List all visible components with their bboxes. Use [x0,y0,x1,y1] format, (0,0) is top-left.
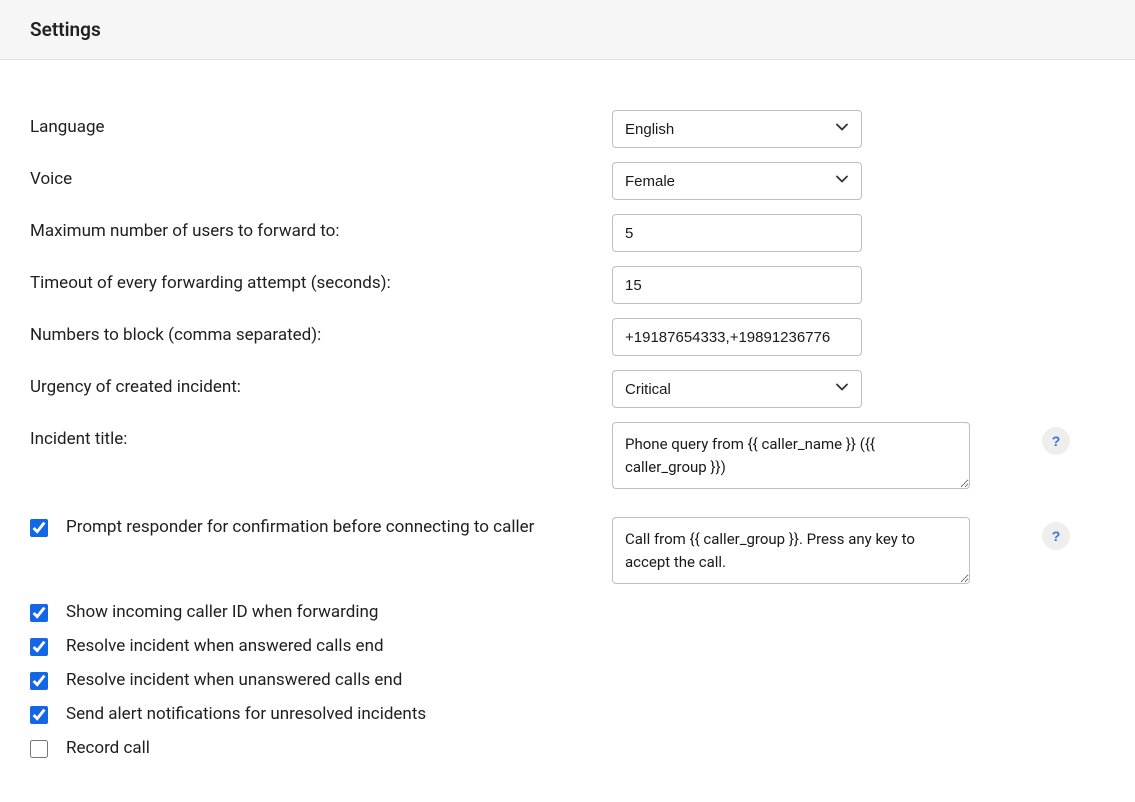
label-blocked-numbers: Numbers to block (comma separated): [30,318,612,345]
settings-header: Settings [0,0,1135,60]
prompt-responder-checkbox[interactable] [30,519,48,537]
row-timeout: Timeout of every forwarding attempt (sec… [30,266,1105,304]
page-title: Settings [30,18,1105,41]
row-urgency: Urgency of created incident: Critical [30,370,1105,408]
row-max-users: Maximum number of users to forward to: [30,214,1105,252]
urgency-select[interactable]: Critical [612,370,862,408]
prompt-responder-textarea[interactable] [612,517,970,584]
blocked-numbers-input[interactable] [612,318,862,356]
label-record-call: Record call [66,738,150,758]
resolve-unanswered-checkbox[interactable] [30,672,48,690]
label-incident-title: Incident title: [30,422,612,449]
label-show-caller-id: Show incoming caller ID when forwarding [66,602,378,622]
help-button-incident-title[interactable]: ? [1042,427,1070,455]
label-voice: Voice [30,162,612,189]
resolve-answered-checkbox[interactable] [30,638,48,656]
label-max-users: Maximum number of users to forward to: [30,214,612,241]
send-alerts-checkbox[interactable] [30,706,48,724]
label-prompt-responder: Prompt responder for confirmation before… [66,517,534,537]
show-caller-id-checkbox[interactable] [30,604,48,622]
settings-form: Language English Voice Female [0,60,1135,802]
language-select[interactable]: English [612,110,862,148]
checkbox-list: Show incoming caller ID when forwarding … [30,602,1105,762]
row-show-caller-id: Show incoming caller ID when forwarding [30,602,1105,626]
row-resolve-answered: Resolve incident when answered calls end [30,636,1105,660]
voice-select[interactable]: Female [612,162,862,200]
row-language: Language English [30,110,1105,148]
label-language: Language [30,110,612,137]
row-blocked-numbers: Numbers to block (comma separated): [30,318,1105,356]
timeout-input[interactable] [612,266,862,304]
label-resolve-answered: Resolve incident when answered calls end [66,636,384,656]
label-resolve-unanswered: Resolve incident when unanswered calls e… [66,670,402,690]
max-users-input[interactable] [612,214,862,252]
help-button-prompt-responder[interactable]: ? [1042,522,1070,550]
row-prompt-responder: Prompt responder for confirmation before… [30,517,1105,588]
row-voice: Voice Female [30,162,1105,200]
row-incident-title: Incident title: ? [30,422,1105,493]
label-send-alerts: Send alert notifications for unresolved … [66,704,426,724]
label-urgency: Urgency of created incident: [30,370,612,397]
row-send-alerts: Send alert notifications for unresolved … [30,704,1105,728]
label-timeout: Timeout of every forwarding attempt (sec… [30,266,612,293]
row-record-call: Record call [30,738,1105,762]
row-resolve-unanswered: Resolve incident when unanswered calls e… [30,670,1105,694]
incident-title-textarea[interactable] [612,422,970,489]
record-call-checkbox[interactable] [30,740,48,758]
